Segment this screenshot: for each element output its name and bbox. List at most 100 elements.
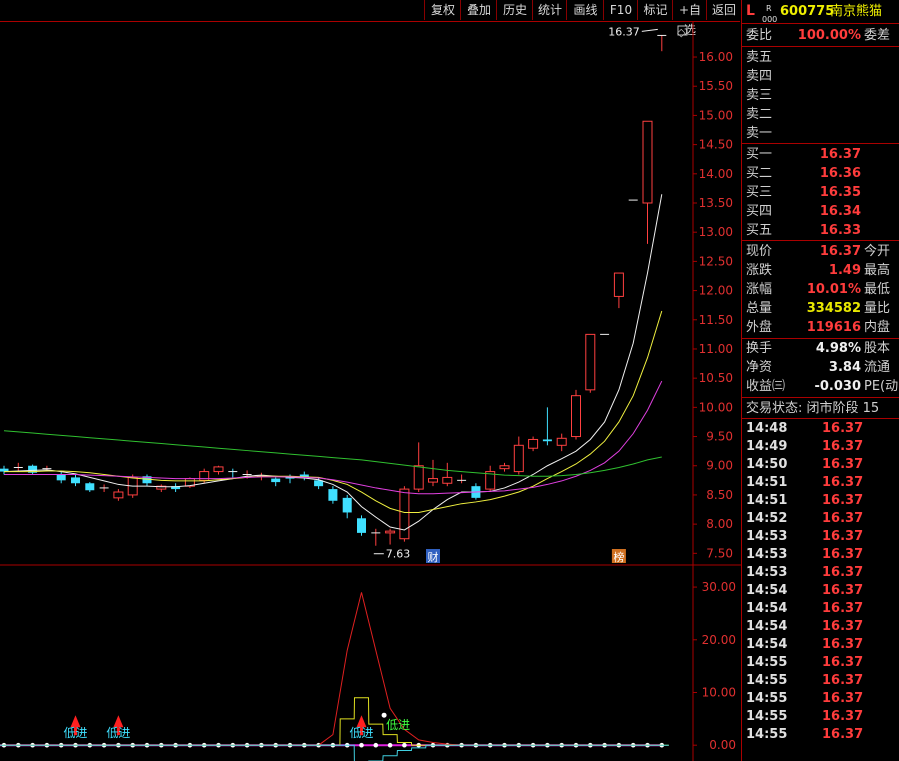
- tick-time: 14:55: [746, 691, 788, 706]
- market-flag: L: [746, 3, 755, 19]
- quote-4-value: 119616: [806, 320, 861, 335]
- indicator-step-yellow: [0, 697, 669, 746]
- tick-time: 14:54: [746, 601, 788, 616]
- y-tick-label: 7.50: [706, 546, 733, 560]
- candle-body: [213, 466, 224, 473]
- sell-level-1: 卖一: [746, 124, 899, 143]
- tick-time: 14:50: [746, 457, 788, 472]
- buy-level-4: 买四 16.34: [746, 202, 899, 221]
- trade-status: 交易状态: 闭市阶段 15: [746, 401, 880, 416]
- sub-y-tick-label: 30.00: [702, 580, 736, 594]
- zero-dot: [402, 742, 407, 748]
- stat-0-tag: 股本: [864, 341, 891, 356]
- sub-y-tick-label: 20.00: [702, 633, 736, 647]
- sub-y-tick-label: 10.00: [702, 685, 736, 699]
- y-tick-label: 8.00: [706, 517, 733, 531]
- quote-0-tag: 今开: [864, 244, 891, 259]
- tick-price: 16.37: [822, 727, 864, 742]
- order-diff-label: 委差: [864, 28, 891, 43]
- quote-3-label: 总量: [746, 301, 773, 316]
- buy-level-5-value: 16.33: [819, 223, 861, 238]
- tick-price: 16.37: [822, 475, 864, 490]
- high-arrow: [641, 28, 658, 32]
- kline-chart[interactable]: 16.00 15.50 15.00 14.50 14.00 13.50 13.00 12.50…: [0, 0, 741, 761]
- candle-body: [399, 488, 410, 540]
- signal-dot: [381, 712, 387, 718]
- candle-body: [71, 477, 80, 484]
- buy-level-5: 买五 16.33: [746, 221, 899, 240]
- buy-level-1-value: 16.37: [819, 147, 861, 162]
- buy-level-5-label: 买五: [746, 223, 773, 238]
- order-ratio-label: 委比: [746, 28, 773, 43]
- candle-body: [499, 465, 510, 470]
- buy-level-4-value: 16.34: [819, 204, 861, 219]
- buy-level-3: 买三 16.35: [746, 183, 899, 202]
- sell-level-3-label: 卖三: [746, 88, 773, 103]
- tick-price: 16.37: [822, 637, 864, 652]
- high-label: 16.37: [608, 25, 640, 38]
- quote-4-label: 外盘: [746, 320, 773, 335]
- low-label: 7.63: [386, 548, 411, 561]
- stock-header: L R 000 600775 南京熊猫: [746, 2, 899, 24]
- quote-0: 现价 16.37 今开: [746, 242, 899, 261]
- y-tick-label: 10.50: [699, 371, 733, 385]
- candle-body: [642, 120, 653, 204]
- stat-0: 换手 4.98% 股本: [746, 339, 899, 358]
- zero-dot: [387, 742, 393, 748]
- y-tick-label: 15.00: [699, 108, 733, 122]
- y-tick-label: 8.50: [706, 488, 733, 502]
- candle-body: [613, 272, 624, 297]
- y-tick-label: 11.00: [699, 342, 733, 356]
- y-tick-label: 9.50: [706, 430, 733, 444]
- order-ratio-value: 100.00%: [797, 28, 861, 43]
- stat-2-value: -0.030: [814, 379, 861, 394]
- y-tick-label: 13.50: [699, 196, 733, 210]
- buy-level-2-value: 16.36: [819, 166, 861, 181]
- signal-label: 低进: [349, 726, 373, 740]
- tick-price: 16.37: [822, 655, 864, 670]
- stat-0-value: 4.98%: [815, 341, 861, 356]
- stat-2: 收益㈢ -0.030 PE(动: [746, 377, 899, 396]
- y-tick-label: 14.00: [699, 167, 733, 181]
- tick-price: 16.37: [822, 601, 864, 616]
- buy-level-1: 买一 16.37: [746, 145, 899, 164]
- candle-body: [442, 476, 453, 484]
- sell-level-3: 卖三: [746, 86, 899, 105]
- candle-body: [342, 497, 352, 513]
- ma-line-2: [4, 380, 663, 495]
- buy-level-1-label: 买一: [746, 147, 773, 162]
- candle-body: [556, 437, 567, 446]
- buy-level-2: 买二 16.36: [746, 164, 899, 183]
- candle-body: [528, 438, 539, 449]
- tick-price: 16.37: [822, 439, 864, 454]
- ma-line-1: [4, 310, 663, 513]
- tick-time: 14:53: [746, 529, 788, 544]
- quote-4-tag: 内盘: [864, 320, 891, 335]
- tick-time: 14:53: [746, 547, 788, 562]
- sub-y-tick-label: 0.00: [709, 738, 736, 752]
- trade-status-row: 交易状态: 闭市阶段 15: [746, 399, 899, 418]
- quote-0-value: 16.37: [819, 244, 861, 259]
- buy-level-4-label: 买四: [746, 204, 773, 219]
- tick-price: 16.37: [822, 691, 864, 706]
- stat-1-value: 3.84: [828, 360, 861, 375]
- event-marker-cai-label: 财: [428, 550, 439, 564]
- tick-price: 16.37: [822, 421, 864, 436]
- tick-price: 16.37: [822, 457, 864, 472]
- tick-price: 16.37: [822, 709, 864, 724]
- quote-2-tag: 最低: [864, 282, 891, 297]
- order-ratio-row: 委比 100.00% 委差: [746, 26, 899, 45]
- y-tick-label: 10.00: [699, 400, 733, 414]
- candle-body: [385, 530, 396, 534]
- tick-price: 16.37: [822, 547, 864, 562]
- tick-time: 14:54: [746, 583, 788, 598]
- quote-4: 外盘 119616 内盘: [746, 318, 899, 337]
- tick-price: 16.37: [822, 493, 864, 508]
- stat-2-label: 收益㈢: [746, 379, 786, 394]
- y-tick-label: 9.00: [706, 459, 733, 473]
- signal-label: 低进: [106, 726, 130, 740]
- tick-time: 14:51: [746, 493, 788, 508]
- candle-body: [513, 444, 524, 473]
- quote-0-label: 现价: [746, 244, 773, 259]
- tick-time: 14:55: [746, 709, 788, 724]
